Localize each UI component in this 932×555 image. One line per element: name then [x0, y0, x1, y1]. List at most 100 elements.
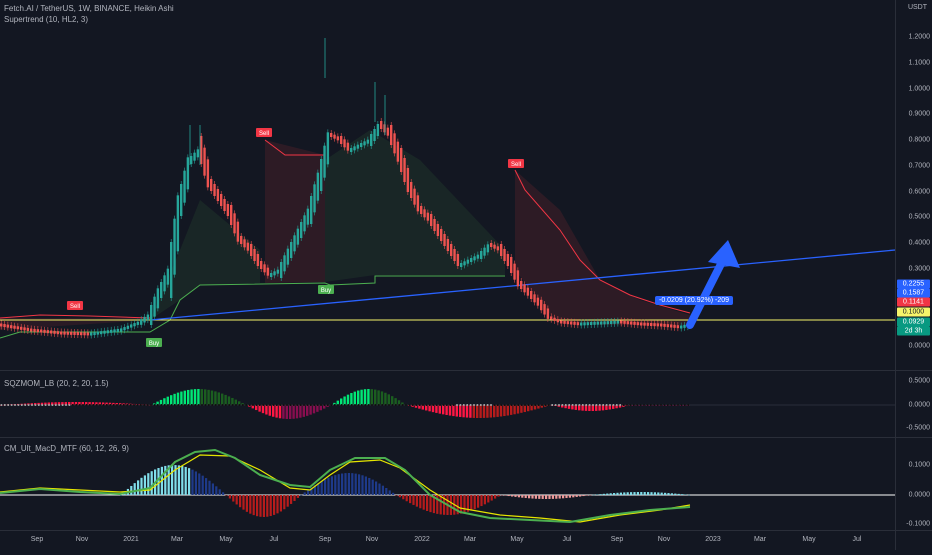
candle-body: [486, 244, 490, 253]
sqz-dot: [51, 404, 54, 406]
candle-body: [476, 254, 480, 259]
macd-bar: [395, 495, 398, 496]
sqz-dot: [218, 404, 220, 406]
macd-bar: [422, 495, 425, 510]
macd-bar: [279, 495, 282, 512]
candle-body: [163, 275, 166, 292]
macd-bar: [463, 495, 466, 513]
sqzmom-legend[interactable]: SQZMOM_LB (20, 2, 20, 1.5): [4, 378, 108, 389]
sqz-dot: [388, 404, 390, 406]
sqz-bar: [493, 405, 496, 418]
price-axis[interactable]: USDT 1.2000 1.1000 1.0000 0.9000 0.8000 …: [895, 0, 932, 550]
sqz-dot: [486, 404, 489, 406]
sqz-bar: [360, 389, 363, 405]
currency-label: USDT: [907, 4, 927, 11]
sqz-dot: [653, 404, 655, 406]
candle-body: [240, 236, 243, 244]
candle-body: [46, 330, 50, 334]
candle-body: [256, 254, 260, 266]
sqz-dot: [106, 404, 108, 406]
sqz-dot: [473, 404, 475, 406]
sqz-dot: [395, 404, 397, 406]
sqz-dot: [463, 404, 465, 406]
sqz-dot: [296, 404, 298, 406]
macd-bar: [558, 495, 561, 499]
sqz-bar: [343, 396, 346, 405]
candle-body: [640, 322, 643, 326]
sqz-dot: [636, 404, 638, 406]
macd-bar: [266, 495, 269, 517]
sqz-dot: [684, 404, 686, 406]
sqz-dot: [7, 404, 9, 406]
candle-body: [233, 213, 236, 234]
candle-body: [136, 321, 140, 325]
candle-body: [253, 249, 256, 261]
macd-bar: [381, 485, 384, 495]
macd-bar: [585, 495, 588, 496]
sqz-dot: [204, 404, 207, 406]
candle-body: [663, 323, 666, 327]
sqz-dot: [252, 404, 254, 406]
sqz-dot: [520, 404, 523, 406]
chart-area[interactable]: Sell Sell Sell Buy Buy Fetch.AI / Tether…: [0, 0, 896, 550]
candle-body: [363, 141, 366, 146]
sqz-dot: [109, 404, 111, 406]
candle-body: [680, 325, 683, 329]
sqz-dot: [480, 404, 482, 406]
macd-bar: [137, 480, 140, 495]
symbol-legend[interactable]: Fetch.AI / TetherUS, 1W, BINANCE, Heikin…: [4, 3, 174, 14]
sqz-dot: [551, 404, 553, 406]
sqz-bar: [200, 389, 203, 405]
sqz-bar: [193, 389, 197, 405]
supertrend-down-line-1: [0, 314, 151, 319]
time-label: May: [510, 536, 524, 543]
svg-text:Sell: Sell: [259, 131, 269, 137]
candle-body: [370, 134, 373, 146]
candle-body: [453, 249, 456, 261]
sqz-dot: [371, 404, 373, 406]
candle-body: [206, 159, 210, 188]
macd-bar: [579, 495, 582, 497]
macd-bar: [215, 486, 218, 495]
sqz-dot: [493, 404, 496, 406]
pane-divider-2[interactable]: [0, 437, 932, 438]
sqz-dot: [646, 404, 649, 406]
sqz-dot: [174, 404, 176, 406]
sqz-bar: [289, 405, 292, 419]
chart-canvas[interactable]: Sell Sell Sell Buy Buy: [0, 0, 896, 550]
candle-body: [633, 321, 636, 325]
macd-bar: [623, 492, 626, 495]
sqz-dot: [595, 404, 598, 406]
sqz-dot: [184, 404, 186, 406]
candle-body: [530, 291, 533, 299]
candle-body: [456, 254, 460, 266]
sqz-dot: [500, 404, 502, 406]
sqz-bar: [370, 389, 373, 405]
macd-bar: [426, 495, 429, 512]
macd-bar: [140, 477, 143, 495]
sqz-dot: [578, 404, 581, 406]
macd-bar: [402, 495, 405, 500]
macd-bar: [208, 480, 211, 495]
candle-body: [270, 273, 273, 277]
candle-body: [480, 251, 483, 259]
sqz-dot: [191, 404, 193, 406]
sqz-dot: [554, 404, 557, 406]
macd-bar: [630, 492, 633, 495]
macd-legend[interactable]: CM_Ult_MacD_MTF (60, 12, 26, 9): [4, 443, 129, 454]
price-tag: 0.1000: [897, 307, 930, 317]
sqz-bar: [465, 405, 469, 418]
pane-divider-1[interactable]: [0, 370, 932, 371]
candle-body: [433, 219, 436, 231]
candle-body: [296, 228, 300, 245]
sqz-dot: [282, 404, 285, 406]
sqz-bar: [462, 405, 465, 418]
sqz-bar: [459, 405, 462, 417]
candle-body: [243, 239, 246, 248]
price-tag: 0.1587: [897, 288, 930, 298]
macd-bar: [150, 471, 153, 495]
projection-arrow[interactable]: [686, 240, 740, 329]
candle-body: [540, 299, 543, 311]
sqz-dot: [599, 404, 601, 406]
supertrend-legend[interactable]: Supertrend (10, HL2, 3): [4, 14, 88, 25]
